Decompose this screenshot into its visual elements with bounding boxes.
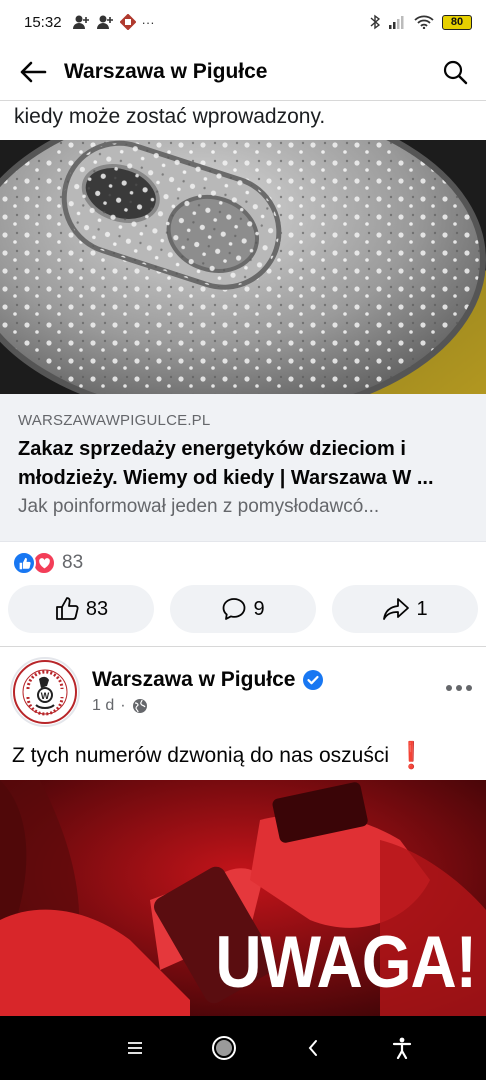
bluetooth-icon <box>370 14 380 30</box>
post-author[interactable]: Warszawa w Pigułce <box>92 668 295 692</box>
signal-icon <box>389 16 404 29</box>
link-preview-card[interactable]: WARSZAWAWPIGULCE.PL Zakaz sprzedaży ener… <box>0 394 486 542</box>
like-button[interactable]: 83 <box>8 585 154 633</box>
person-add-icon <box>96 15 113 29</box>
share-icon <box>383 598 410 620</box>
battery-indicator: 80 <box>442 14 472 30</box>
post-time[interactable]: 1 d <box>92 697 114 715</box>
post-author-row: Warszawa w Pigułce <box>92 668 324 692</box>
system-icons: 80 <box>370 14 472 30</box>
more-horizontal-icon <box>446 685 472 691</box>
app-header: Warszawa w Pigułce <box>0 44 486 100</box>
page-title: Warszawa w Pigułce <box>64 60 268 83</box>
nav-back-button[interactable] <box>293 1028 333 1068</box>
previous-post-text: kiedy może zostać wprowadzony. <box>14 105 326 128</box>
post-body: Z tych numerów dzwonią do nas oszuści <box>12 743 390 767</box>
page-logo: W <box>13 660 77 724</box>
person-add-icon <box>72 15 89 29</box>
reactions-summary[interactable]: 83 <box>12 549 83 577</box>
comment-button[interactable]: 9 <box>170 585 316 633</box>
svg-text:W: W <box>41 691 50 701</box>
like-reaction-icon <box>12 551 36 575</box>
meta-separator: · <box>120 697 126 714</box>
reactions-count: 83 <box>62 552 84 573</box>
link-description: Jak poinformował jeden z pomysłodawcó... <box>18 496 380 517</box>
system-navigation-bar <box>0 1016 486 1080</box>
search-button[interactable] <box>438 55 472 89</box>
image-overlay-text: UWAGA! <box>215 920 477 1003</box>
chevron-left-icon <box>308 1040 317 1056</box>
avatar[interactable]: W <box>10 657 80 727</box>
status-time: 15:32 <box>24 13 62 31</box>
thumbs-up-icon <box>55 597 79 620</box>
post-more-button[interactable] <box>442 676 476 700</box>
link-domain: WARSZAWAWPIGULCE.PL <box>18 412 211 429</box>
more-notifications-indicator: ··· <box>141 14 155 30</box>
back-button[interactable] <box>16 55 50 89</box>
menu-icon <box>127 1042 142 1054</box>
status-bar: 15:32 ··· 80 <box>0 0 486 44</box>
nav-menu-button[interactable] <box>115 1028 155 1068</box>
arrow-left-icon <box>20 61 47 83</box>
like-count: 83 <box>85 597 109 620</box>
globe-icon <box>132 699 147 713</box>
accessibility-icon <box>392 1037 411 1059</box>
app-notification-icon <box>119 14 136 30</box>
comment-icon <box>223 598 246 620</box>
nav-accessibility-button[interactable] <box>382 1028 422 1068</box>
share-button[interactable]: 1 <box>332 585 478 633</box>
notification-icons: ··· <box>72 14 155 30</box>
post-meta: 1 d · <box>92 697 148 715</box>
post-text: Z tych numerów dzwonią do nas oszuści ❗ <box>12 740 478 771</box>
link-preview-image[interactable] <box>0 140 486 394</box>
comment-count: 9 <box>253 597 265 620</box>
link-title: Zakaz sprzedaży energetyków dzieciom i m… <box>18 438 434 489</box>
home-circle-icon <box>211 1036 236 1060</box>
share-count: 1 <box>416 597 428 620</box>
search-icon <box>443 60 468 85</box>
wifi-icon <box>414 15 434 29</box>
verified-badge-icon <box>303 670 324 690</box>
exclamation-emoji: ❗ <box>395 740 428 770</box>
nav-home-button[interactable] <box>204 1028 244 1068</box>
post-separator <box>0 646 486 647</box>
post-actions: 83 9 1 <box>8 585 478 633</box>
